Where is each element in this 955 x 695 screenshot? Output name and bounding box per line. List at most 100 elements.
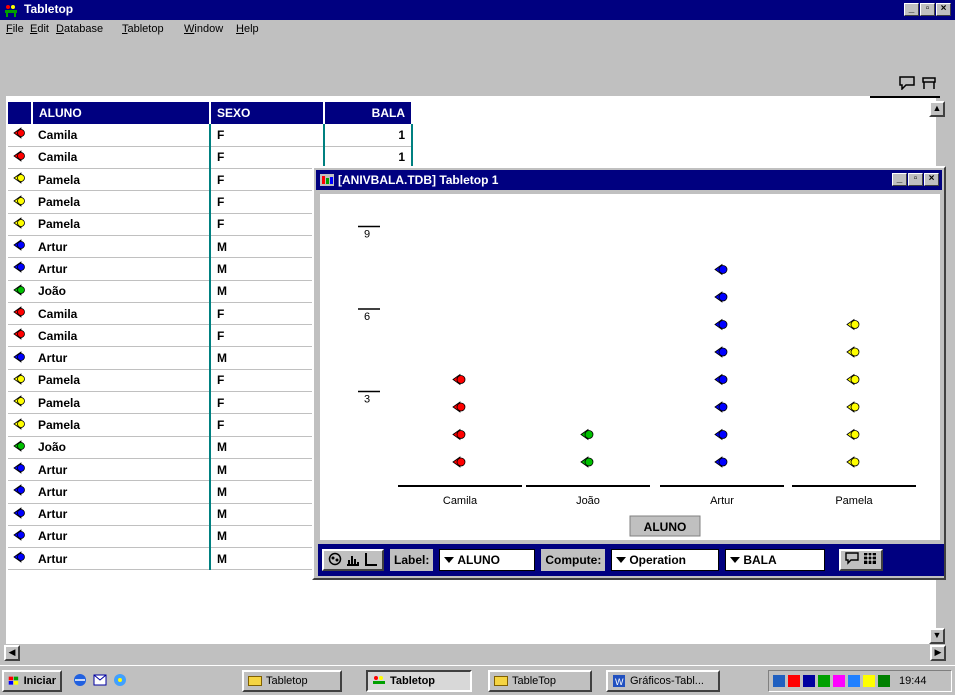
row-marker-cell[interactable]	[8, 213, 32, 236]
row-marker-cell[interactable]	[8, 324, 32, 348]
select-all-header[interactable]	[8, 102, 33, 124]
horizontal-scrollbar[interactable]: ◀ ▶	[0, 644, 955, 662]
cell-sexo[interactable]: F	[210, 168, 325, 192]
main-title-bar[interactable]: Tabletop _ ▫ ×	[0, 0, 955, 20]
cell-sexo[interactable]: M	[210, 525, 325, 549]
row-marker-cell[interactable]	[8, 168, 32, 192]
cell-aluno[interactable]: Pamela	[32, 369, 211, 393]
column-header-bala[interactable]: BALA	[324, 102, 413, 124]
row-marker-cell[interactable]	[8, 436, 32, 459]
row-marker-cell[interactable]	[8, 391, 32, 415]
channel-icon[interactable]	[112, 672, 128, 691]
cell-sexo[interactable]: M	[210, 235, 325, 259]
cell-sexo[interactable]: M	[210, 503, 325, 526]
scroll-down-button[interactable]: ▼	[929, 628, 945, 644]
taskbar-button-tabletop-folder[interactable]: TableTop	[488, 670, 592, 692]
cell-aluno[interactable]: João	[32, 436, 211, 459]
data-point-marker[interactable]	[714, 373, 728, 386]
row-marker-cell[interactable]	[8, 257, 32, 281]
cell-aluno[interactable]: Pamela	[32, 391, 211, 415]
data-point-marker[interactable]	[580, 428, 594, 441]
menu-file[interactable]: File	[6, 23, 24, 35]
data-point-marker[interactable]	[714, 456, 728, 468]
data-point-marker[interactable]	[714, 318, 728, 331]
data-point-marker[interactable]	[714, 346, 728, 358]
row-marker-cell[interactable]	[8, 190, 32, 214]
comment-icon[interactable]	[845, 552, 860, 568]
network-icon[interactable]	[773, 675, 785, 687]
cell-sexo[interactable]: F	[210, 124, 325, 147]
data-point-marker[interactable]	[714, 428, 728, 441]
cell-sexo[interactable]: F	[210, 324, 325, 348]
menu-database[interactable]: Database	[56, 23, 103, 35]
cell-aluno[interactable]: Artur	[32, 458, 211, 482]
cell-aluno[interactable]: Camila	[32, 146, 211, 170]
column-header-aluno[interactable]: ALUNO	[32, 102, 211, 124]
comment-icon[interactable]	[897, 74, 917, 92]
cell-sexo[interactable]: F	[210, 302, 325, 326]
cell-aluno[interactable]: Pamela	[32, 168, 211, 192]
taskbar-button-tabletop-1[interactable]: Tabletop	[242, 670, 342, 692]
subwindow-title-bar[interactable]: [ANIVBALA.TDB] Tabletop 1 _ ▫ ×	[316, 170, 942, 190]
cell-sexo[interactable]: M	[210, 346, 325, 370]
cell-aluno[interactable]: Artur	[32, 525, 211, 549]
power-icon[interactable]	[863, 675, 875, 687]
row-marker-cell[interactable]	[8, 346, 32, 370]
data-point-marker[interactable]	[452, 456, 466, 468]
plot-area[interactable]: 3 6 9 Camila João Artur Pamela ALUNO	[320, 194, 940, 540]
cell-aluno[interactable]: Camila	[32, 324, 211, 348]
table-icon[interactable]	[919, 74, 939, 92]
row-marker-cell[interactable]	[8, 547, 32, 571]
cell-sexo[interactable]: M	[210, 436, 325, 459]
data-point-marker[interactable]	[580, 456, 594, 468]
data-point-marker[interactable]	[452, 428, 466, 441]
cell-aluno[interactable]: Artur	[32, 480, 211, 504]
menu-tabletop[interactable]: Tabletop	[122, 23, 164, 35]
data-point-marker[interactable]	[846, 401, 860, 413]
data-point-marker[interactable]	[452, 373, 466, 386]
data-point-marker[interactable]	[846, 318, 860, 331]
data-point-marker[interactable]	[846, 456, 860, 468]
row-marker-cell[interactable]	[8, 480, 32, 504]
cell-aluno[interactable]: Pamela	[32, 413, 211, 437]
cell-aluno[interactable]: João	[32, 280, 211, 303]
scroll-left-button[interactable]: ◀	[4, 645, 20, 661]
row-marker-cell[interactable]	[8, 235, 32, 259]
cell-sexo[interactable]: F	[210, 146, 325, 170]
cell-aluno[interactable]: Camila	[32, 124, 211, 147]
taskbar-button-graficos[interactable]: W Gráficos-Tabl...	[606, 670, 720, 692]
cell-sexo[interactable]: F	[210, 391, 325, 415]
histogram-icon[interactable]	[346, 552, 360, 569]
data-point-marker[interactable]	[714, 401, 728, 413]
row-marker-cell[interactable]	[8, 503, 32, 526]
compute-field-dropdown[interactable]: BALA	[725, 549, 826, 571]
antivirus-icon[interactable]	[788, 675, 800, 687]
cell-aluno[interactable]: Artur	[32, 503, 211, 526]
column-header-sexo[interactable]: SEXO	[210, 102, 325, 124]
row-marker-cell[interactable]	[8, 302, 32, 326]
row-marker-cell[interactable]	[8, 124, 32, 147]
row-marker-cell[interactable]	[8, 525, 32, 549]
menu-help[interactable]: Help	[236, 23, 259, 35]
browser-icon[interactable]	[72, 672, 88, 691]
tabletop-subwindow[interactable]: [ANIVBALA.TDB] Tabletop 1 _ ▫ × 3 6 9 Camil…	[312, 166, 946, 580]
cell-aluno[interactable]: Artur	[32, 235, 211, 259]
table-row[interactable]: Camila F 1	[8, 124, 413, 147]
menu-window[interactable]: Window	[184, 23, 223, 35]
minimize-icon[interactable]: _	[904, 3, 919, 16]
data-point-marker[interactable]	[846, 428, 860, 441]
row-marker-cell[interactable]	[8, 413, 32, 437]
cell-sexo[interactable]: F	[210, 213, 325, 236]
data-point-marker[interactable]	[846, 373, 860, 386]
row-marker-cell[interactable]	[8, 369, 32, 393]
cell-aluno[interactable]: Pamela	[32, 213, 211, 236]
data-point-marker[interactable]	[846, 346, 860, 358]
cell-sexo[interactable]: F	[210, 190, 325, 214]
row-marker-cell[interactable]	[8, 146, 32, 170]
axis-icon[interactable]	[364, 552, 378, 569]
data-point-marker[interactable]	[452, 401, 466, 413]
grid-icon[interactable]	[863, 552, 877, 568]
task-scheduler-icon[interactable]	[833, 675, 845, 687]
maximize-icon[interactable]: ▫	[920, 3, 935, 16]
compute-operation-dropdown[interactable]: Operation	[611, 549, 720, 571]
